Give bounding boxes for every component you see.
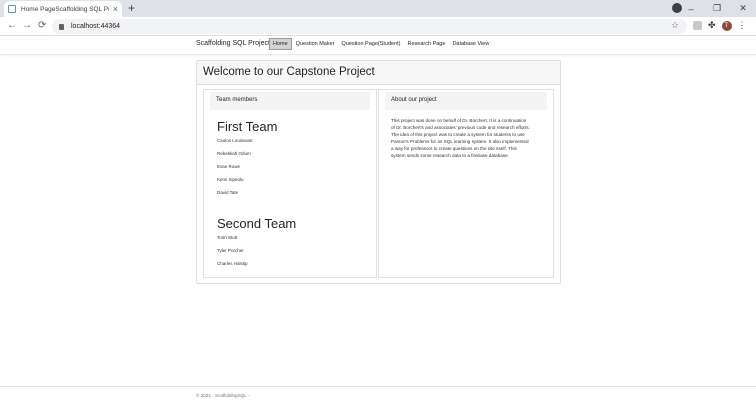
extension-icon[interactable] bbox=[693, 21, 702, 30]
team-member: David Tate bbox=[217, 190, 239, 195]
tab-close-icon[interactable]: × bbox=[113, 4, 118, 14]
welcome-card: Welcome to our Capstone Project Team mem… bbox=[196, 60, 561, 284]
nav-link-question-page-student[interactable]: Question Page(Student) bbox=[339, 39, 404, 49]
nav-link-question-maker[interactable]: Question Maker bbox=[293, 39, 338, 49]
first-team-title: First Team bbox=[217, 119, 278, 134]
window-controls: – ❐ ✕ bbox=[678, 0, 756, 17]
page-favicon-icon bbox=[8, 5, 16, 13]
about-line: The idea of this project was to create a… bbox=[391, 132, 525, 138]
lock-icon[interactable] bbox=[59, 23, 64, 30]
team-member: Tyler Porcher bbox=[217, 248, 244, 253]
address-bar[interactable]: localhost:44364 ☆ bbox=[52, 19, 687, 34]
minimize-button[interactable]: – bbox=[678, 4, 704, 14]
team-member: Evan Rowe bbox=[217, 164, 241, 169]
team-member: Kemi Sipeolu bbox=[217, 177, 244, 182]
team-members-header: Team members bbox=[210, 92, 370, 110]
browser-tabstrip: Home PageScaffolding SQL Proj × + – ❐ ✕ bbox=[0, 0, 756, 17]
site-navbar: Scaffolding SQL Project Home Question Ma… bbox=[0, 36, 756, 55]
profile-avatar[interactable]: T bbox=[721, 20, 732, 31]
maximize-button[interactable]: ❐ bbox=[704, 3, 730, 14]
about-line: Parson's Problems for an SQL learning sy… bbox=[391, 139, 529, 145]
about-project-panel: About our project This project was done … bbox=[378, 89, 554, 278]
second-team-title: Second Team bbox=[217, 216, 297, 231]
about-line: This project was done on behalf of Dr. B… bbox=[391, 118, 527, 123]
nav-link-research-page[interactable]: Research Page bbox=[405, 39, 449, 49]
team-members-panel: Team members First Team Caulos Louissain… bbox=[203, 89, 377, 278]
back-button[interactable]: ← bbox=[7, 20, 17, 32]
team-member: Charles Halstip bbox=[217, 261, 248, 266]
site-footer: © 2021 - ScaffoldingSQL - bbox=[0, 386, 756, 405]
team-members-heading: Team members bbox=[216, 97, 258, 103]
about-line: system sends some research data to a fir… bbox=[391, 153, 509, 159]
forward-button[interactable]: → bbox=[22, 20, 32, 32]
extensions-puzzle-icon[interactable]: ✤ bbox=[708, 20, 716, 31]
browser-tab[interactable]: Home PageScaffolding SQL Proj × bbox=[4, 1, 122, 17]
close-window-button[interactable]: ✕ bbox=[730, 3, 756, 14]
navbar-brand[interactable]: Scaffolding SQL Project bbox=[196, 40, 270, 47]
browser-menu-icon[interactable]: ⋮ bbox=[738, 20, 747, 31]
about-project-header: About our project bbox=[385, 92, 547, 110]
tab-title: Home PageScaffolding SQL Proj bbox=[21, 5, 109, 13]
reload-button[interactable]: ⟳ bbox=[38, 20, 46, 32]
about-project-heading: About our project bbox=[391, 97, 437, 103]
url-text[interactable]: localhost:44364 bbox=[71, 23, 120, 30]
footer-text: © 2021 - ScaffoldingSQL - bbox=[196, 393, 250, 398]
bookmark-star-icon[interactable]: ☆ bbox=[671, 20, 679, 31]
nav-link-home[interactable]: Home bbox=[269, 38, 292, 50]
new-tab-button[interactable]: + bbox=[128, 2, 135, 14]
team-member: Torin Stott bbox=[217, 235, 238, 240]
team-member: Caulos Louissaint bbox=[217, 138, 253, 143]
about-project-text: This project was done on behalf of Dr. B… bbox=[391, 117, 549, 160]
nav-links: Home Question Maker Question Page(Studen… bbox=[269, 38, 493, 50]
about-line: a way for professors to create questions… bbox=[391, 146, 517, 152]
about-line: of Dr. Borchert's and associates' previo… bbox=[391, 125, 530, 131]
browser-toolbar: ← → ⟳ localhost:44364 ☆ ✤ T ⋮ bbox=[0, 17, 756, 36]
toolbar-icons: ✤ T ⋮ bbox=[693, 20, 747, 31]
card-header: Welcome to our Capstone Project bbox=[197, 61, 560, 85]
nav-link-database-view[interactable]: Database View bbox=[449, 39, 492, 49]
page-title: Welcome to our Capstone Project bbox=[203, 66, 375, 78]
team-member: Rebekkah Odum bbox=[217, 151, 251, 156]
